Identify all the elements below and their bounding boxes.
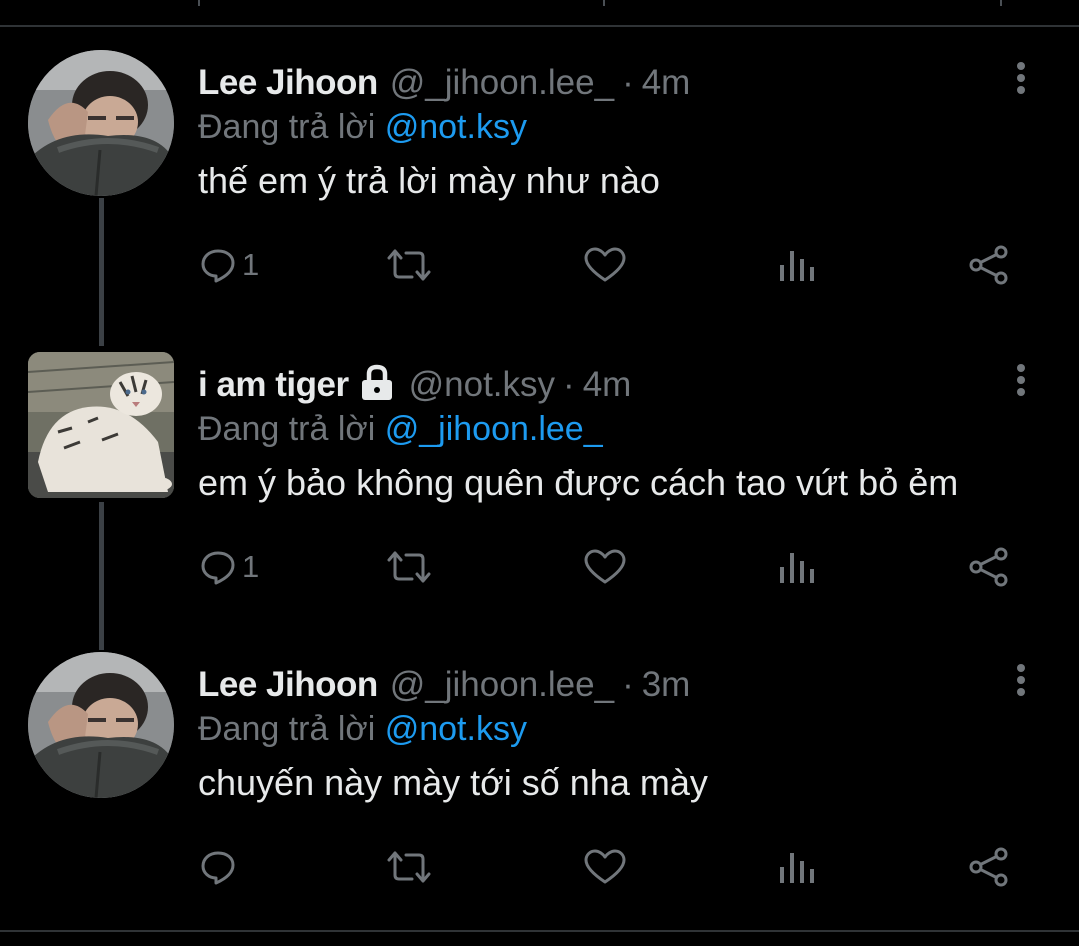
views-icon bbox=[780, 251, 814, 281]
timestamp[interactable]: 4m bbox=[583, 365, 632, 405]
tweet-text: chuyến này mày tới số nha mày bbox=[198, 762, 708, 803]
avatar[interactable] bbox=[28, 50, 174, 196]
views-button[interactable] bbox=[778, 842, 814, 892]
display-name[interactable]: Lee Jihoon bbox=[198, 63, 378, 103]
share-button[interactable] bbox=[968, 842, 1010, 892]
replying-to-label: Đang trả lời bbox=[198, 710, 376, 748]
share-icon bbox=[969, 847, 1008, 887]
reply-button[interactable] bbox=[200, 842, 242, 892]
display-name[interactable]: i am tiger bbox=[198, 365, 349, 405]
more-vertical-icon bbox=[1017, 62, 1025, 94]
replying-to: Đang trả lời @not.ksy bbox=[198, 710, 527, 749]
separator-dot: · bbox=[563, 365, 575, 404]
retweet-icon bbox=[387, 851, 431, 883]
thread-view: Lee Jihoon @_jihoon.lee_ · 4m Đang trả l… bbox=[0, 0, 1079, 946]
replying-to-label: Đang trả lời bbox=[198, 410, 376, 448]
like-icon bbox=[584, 549, 626, 584]
replying-to: Đang trả lời @_jihoon.lee_ bbox=[198, 410, 603, 449]
previous-action-edge bbox=[603, 0, 605, 6]
more-button[interactable] bbox=[1006, 362, 1036, 402]
share-button[interactable] bbox=[968, 240, 1010, 290]
avatar[interactable] bbox=[28, 652, 174, 798]
avatar-jihoon-icon bbox=[28, 652, 174, 798]
previous-action-edge bbox=[198, 0, 200, 6]
user-handle[interactable]: @not.ksy bbox=[409, 365, 555, 405]
more-button[interactable] bbox=[1006, 662, 1036, 702]
action-bar: 1 bbox=[0, 240, 1079, 290]
user-handle[interactable]: @_jihoon.lee_ bbox=[390, 63, 614, 103]
views-icon bbox=[780, 853, 814, 883]
avatar-jihoon-icon bbox=[28, 50, 174, 196]
mention-link[interactable]: @not.ksy bbox=[385, 710, 527, 748]
replying-to: Đang trả lời @not.ksy bbox=[198, 108, 527, 147]
retweet-button[interactable] bbox=[386, 842, 432, 892]
reply-button[interactable]: 1 bbox=[200, 240, 259, 290]
like-button[interactable] bbox=[584, 240, 626, 290]
like-icon bbox=[584, 247, 626, 282]
reply-button[interactable]: 1 bbox=[200, 542, 259, 592]
more-vertical-icon bbox=[1017, 664, 1025, 696]
action-bar: 1 bbox=[0, 542, 1079, 592]
retweet-icon bbox=[387, 551, 431, 583]
separator-dot: · bbox=[622, 665, 634, 704]
tweet-header: Lee Jihoon @_jihoon.lee_ · 3m bbox=[198, 660, 690, 710]
tweet-text: em ý bảo không quên được cách tao vứt bỏ… bbox=[198, 462, 959, 503]
avatar-tiger-icon bbox=[28, 352, 174, 498]
reply-icon bbox=[201, 551, 235, 585]
divider bbox=[0, 25, 1079, 27]
avatar[interactable] bbox=[28, 352, 174, 498]
share-icon bbox=[969, 547, 1008, 587]
tweet-header: Lee Jihoon @_jihoon.lee_ · 4m bbox=[198, 58, 690, 108]
lock-icon bbox=[359, 364, 395, 407]
separator-dot: · bbox=[622, 63, 634, 102]
tweet-header: i am tiger @not.ksy · 4m bbox=[198, 360, 631, 410]
reply-icon bbox=[201, 249, 235, 283]
more-vertical-icon bbox=[1017, 364, 1025, 396]
action-bar bbox=[0, 842, 1079, 892]
share-button[interactable] bbox=[968, 542, 1010, 592]
like-button[interactable] bbox=[584, 542, 626, 592]
timestamp[interactable]: 3m bbox=[642, 665, 691, 705]
retweet-icon bbox=[387, 249, 431, 281]
tweet-text: thế em ý trả lời mày như nào bbox=[198, 160, 660, 201]
reply-count: 1 bbox=[242, 549, 260, 584]
views-button[interactable] bbox=[778, 542, 814, 592]
lock-icon bbox=[361, 364, 392, 400]
more-button[interactable] bbox=[1006, 60, 1036, 100]
display-name[interactable]: Lee Jihoon bbox=[198, 665, 378, 705]
reply-icon bbox=[201, 851, 235, 885]
retweet-button[interactable] bbox=[386, 240, 432, 290]
views-icon bbox=[780, 553, 814, 583]
divider bbox=[0, 930, 1079, 932]
user-handle[interactable]: @_jihoon.lee_ bbox=[390, 665, 614, 705]
timestamp[interactable]: 4m bbox=[642, 63, 691, 103]
views-button[interactable] bbox=[778, 240, 814, 290]
previous-action-edge bbox=[1000, 0, 1002, 6]
like-button[interactable] bbox=[584, 842, 626, 892]
like-icon bbox=[584, 849, 626, 884]
retweet-button[interactable] bbox=[386, 542, 432, 592]
reply-count: 1 bbox=[242, 247, 260, 282]
mention-link[interactable]: @not.ksy bbox=[385, 108, 527, 146]
share-icon bbox=[969, 245, 1008, 285]
replying-to-label: Đang trả lời bbox=[198, 108, 376, 146]
mention-link[interactable]: @_jihoon.lee_ bbox=[385, 410, 603, 448]
